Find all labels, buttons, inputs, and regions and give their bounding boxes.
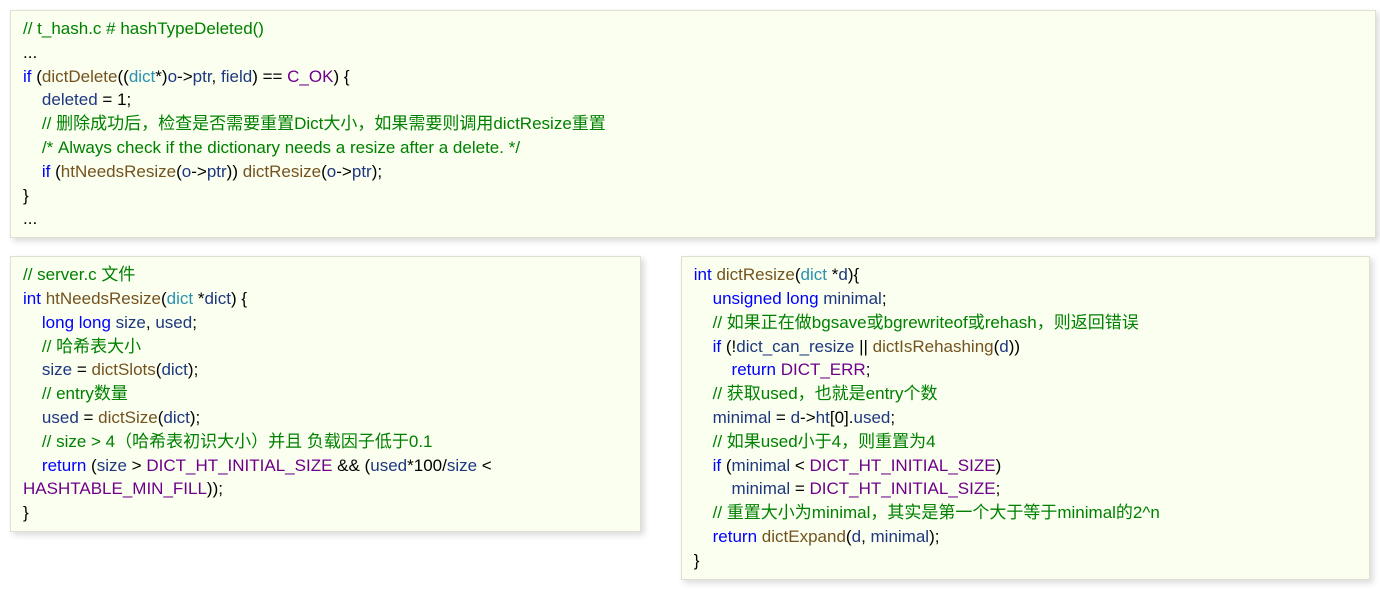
- function-def: dictResize: [716, 265, 794, 284]
- code-text: ...: [23, 209, 37, 228]
- type: dict: [129, 67, 155, 86]
- function-call: dictDelete: [42, 67, 118, 86]
- macro: C_OK: [287, 67, 333, 86]
- code-text: ...: [23, 43, 37, 62]
- code-block-2: // server.c 文件 int htNeedsResize(dict *d…: [10, 256, 641, 532]
- variable: o: [168, 67, 177, 86]
- comment: /* Always check if the dictionary needs …: [42, 138, 520, 157]
- code-block-3: int dictResize(dict *d){ unsigned long m…: [681, 256, 1370, 579]
- keyword: if: [23, 67, 32, 86]
- comment: // server.c 文件: [23, 265, 135, 284]
- code-text: }: [23, 186, 29, 205]
- comment: // 删除成功后，检查是否需要重置Dict大小，如果需要则调用dictResiz…: [42, 114, 606, 133]
- function-def: htNeedsResize: [46, 289, 161, 308]
- comment: // t_hash.c # hashTypeDeleted(): [23, 19, 264, 38]
- code-block-1: // t_hash.c # hashTypeDeleted() ... if (…: [10, 10, 1376, 238]
